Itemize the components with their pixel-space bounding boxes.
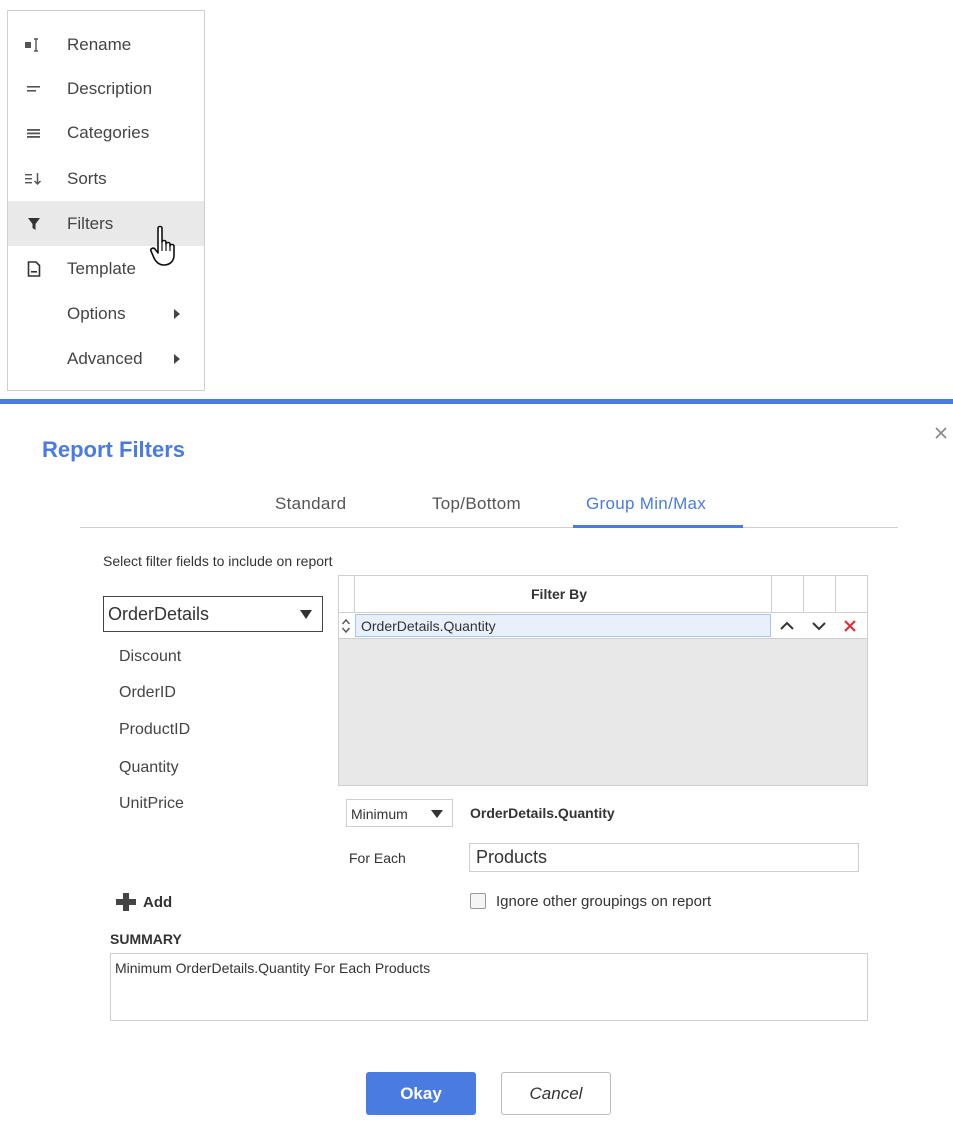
remove-button[interactable] <box>839 615 861 637</box>
menu-label-categories: Categories <box>67 122 150 142</box>
chevron-up-icon <box>780 621 794 630</box>
field-item-productid[interactable]: ProductID <box>119 721 190 739</box>
summary-heading: SUMMARY <box>110 931 182 947</box>
rename-icon <box>25 36 43 54</box>
chevron-down-icon <box>431 810 443 818</box>
hand-cursor-icon <box>150 225 175 266</box>
ignore-groupings-checkbox[interactable] <box>470 893 486 909</box>
drag-handle-icon[interactable] <box>341 618 351 634</box>
field-item-quantity[interactable]: Quantity <box>119 759 179 777</box>
menu-item-categories[interactable]: Categories <box>8 110 204 155</box>
entity-select[interactable]: OrderDetails <box>103 596 323 632</box>
menu-item-options[interactable]: Options <box>8 291 204 336</box>
menu-item-advanced[interactable]: Advanced <box>8 336 204 381</box>
tab-standard[interactable]: Standard <box>275 494 346 528</box>
menu-label-template: Template <box>67 258 136 278</box>
ignore-groupings-label[interactable]: Ignore other groupings on report <box>496 893 711 910</box>
close-button[interactable] <box>932 424 950 442</box>
for-each-label: For Each <box>349 850 406 866</box>
menu-item-sorts[interactable]: Sorts <box>8 156 204 201</box>
cancel-button[interactable]: Cancel <box>501 1072 611 1115</box>
add-button[interactable]: Add <box>115 892 172 912</box>
menu-label-rename: Rename <box>67 34 132 54</box>
sorts-icon <box>25 170 43 188</box>
field-item-unitprice[interactable]: UnitPrice <box>119 795 184 813</box>
template-icon <box>25 260 43 278</box>
instruction-text: Select filter fields to include on repor… <box>103 553 333 569</box>
filter-grid: Filter By OrderDetails.Quantity <box>338 575 868 786</box>
dialog-title: Report Filters <box>42 437 186 462</box>
aggregate-select-value: Minimum <box>351 806 408 822</box>
okay-button[interactable]: Okay <box>366 1072 476 1115</box>
entity-select-value: OrderDetails <box>108 604 210 624</box>
menu-label-description: Description <box>67 78 153 98</box>
chevron-down-icon <box>300 610 312 619</box>
dialog-accent-bar <box>0 399 953 404</box>
move-down-button[interactable] <box>808 615 830 637</box>
aggregate-select[interactable]: Minimum <box>346 799 453 827</box>
delete-icon <box>844 620 856 632</box>
menu-label-options: Options <box>67 303 126 323</box>
grid-header-filter-by: Filter By <box>531 586 588 602</box>
tabs-divider <box>80 527 898 528</box>
active-tab-indicator <box>573 525 743 528</box>
submenu-arrow-icon <box>174 354 180 364</box>
field-item-discount[interactable]: Discount <box>119 648 181 666</box>
move-up-button[interactable] <box>776 615 798 637</box>
menu-item-rename[interactable]: Rename <box>8 22 204 67</box>
tab-top-bottom[interactable]: Top/Bottom <box>432 494 521 528</box>
menu-label-sorts: Sorts <box>67 168 107 188</box>
grid-row-field: OrderDetails.Quantity <box>361 618 496 634</box>
menu-label-filters: Filters <box>67 213 114 233</box>
summary-text: Minimum OrderDetails.Quantity For Each P… <box>110 953 868 1021</box>
menu-item-description[interactable]: Description <box>8 66 204 111</box>
aggregate-field-label: OrderDetails.Quantity <box>470 805 615 821</box>
tab-group-min-max[interactable]: Group Min/Max <box>586 494 706 528</box>
field-item-orderid[interactable]: OrderID <box>119 684 176 702</box>
plus-icon <box>116 893 136 911</box>
for-each-input[interactable] <box>469 843 859 872</box>
close-icon <box>935 427 947 439</box>
add-label: Add <box>143 893 173 911</box>
context-menu: Rename Description Categories Sorts Filt… <box>7 10 205 391</box>
description-icon <box>25 80 43 98</box>
grid-header: Filter By <box>339 576 867 613</box>
grid-row-field-cell[interactable]: OrderDetails.Quantity <box>355 614 771 637</box>
submenu-arrow-icon <box>174 309 180 319</box>
chevron-down-icon <box>812 622 826 631</box>
menu-label-advanced: Advanced <box>67 348 143 368</box>
grid-row[interactable]: OrderDetails.Quantity <box>339 613 867 639</box>
categories-icon <box>25 124 43 142</box>
filter-icon <box>25 215 43 233</box>
